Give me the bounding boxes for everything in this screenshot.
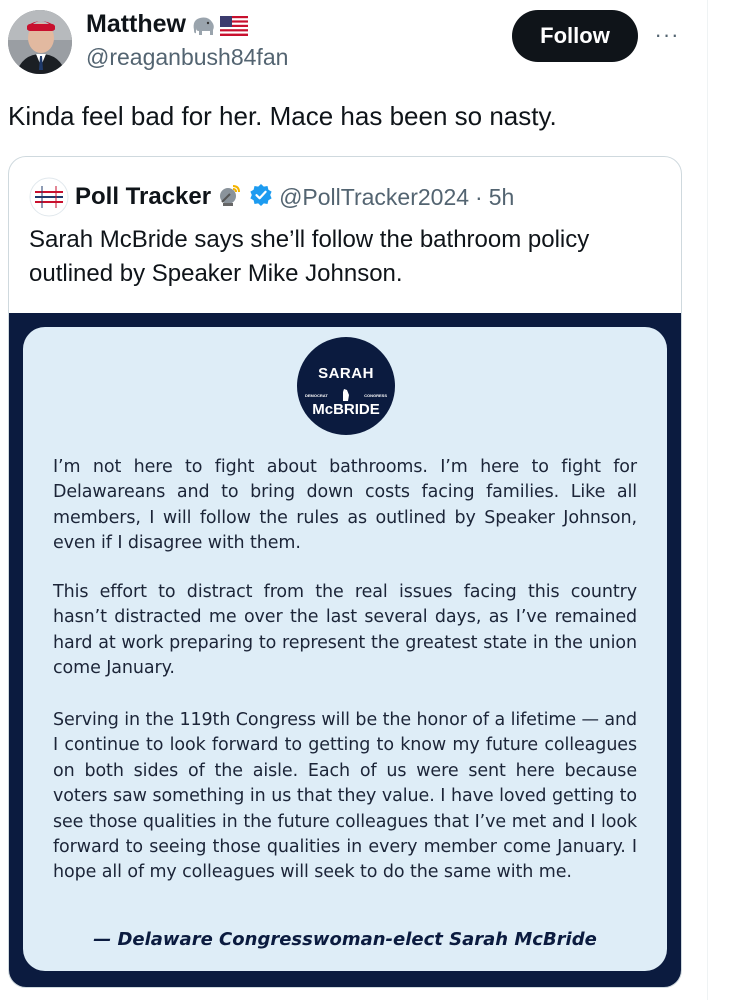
satellite-dish-icon (217, 182, 243, 213)
tweet-text: Kinda feel bad for her. Mace has been so… (8, 101, 557, 131)
author-name[interactable]: Matthew (86, 10, 186, 39)
elephant-icon (190, 14, 216, 36)
quote-author-name[interactable]: Poll Tracker (75, 183, 211, 211)
poll-tracker-avatar[interactable] (29, 177, 69, 217)
logo-congress: CONGRESS (364, 393, 387, 398)
logo-democrat: DEMOCRAT (305, 393, 328, 398)
follow-button[interactable]: Follow (512, 10, 638, 62)
statement-paragraph-2: This effort to distract from the real is… (53, 582, 637, 679)
quoted-tweet[interactable]: Poll Tracker @PollTracker2024 · 5h Sarah… (8, 156, 682, 988)
author-name-row[interactable]: Matthew (86, 10, 248, 39)
column-divider (707, 0, 708, 1000)
mcbride-logo: SARAH DEMOCRAT CONGRESS McBRIDE (297, 337, 395, 435)
statement-paragraph-3: Serving in the 119th Congress will be th… (53, 710, 637, 883)
author-avatar[interactable] (8, 10, 72, 74)
logo-last-name: McBRIDE (312, 401, 380, 418)
dot-separator: · (475, 183, 483, 210)
us-flag-icon (220, 14, 248, 36)
quote-header: Poll Tracker @PollTracker2024 · 5h (29, 177, 515, 217)
more-options-icon[interactable]: ··· (652, 20, 682, 50)
quote-text: Sarah McBride says she’ll follow the bat… (29, 226, 590, 287)
statement-paragraph-1: I’m not here to fight about bathrooms. I… (53, 457, 637, 554)
verified-badge-icon (249, 183, 273, 212)
statement-card: SARAH DEMOCRAT CONGRESS McBRIDE I’m not … (23, 327, 667, 971)
author-handle[interactable]: @reaganbush84fan (86, 44, 288, 71)
quote-timestamp[interactable]: 5h (489, 184, 515, 211)
statement-signature: — Delaware Congresswoman-elect Sarah McB… (93, 929, 597, 950)
statement-image[interactable]: SARAH DEMOCRAT CONGRESS McBRIDE I’m not … (9, 313, 681, 987)
quote-author-handle[interactable]: @PollTracker2024 (279, 184, 469, 211)
logo-first-name: SARAH (318, 365, 374, 382)
